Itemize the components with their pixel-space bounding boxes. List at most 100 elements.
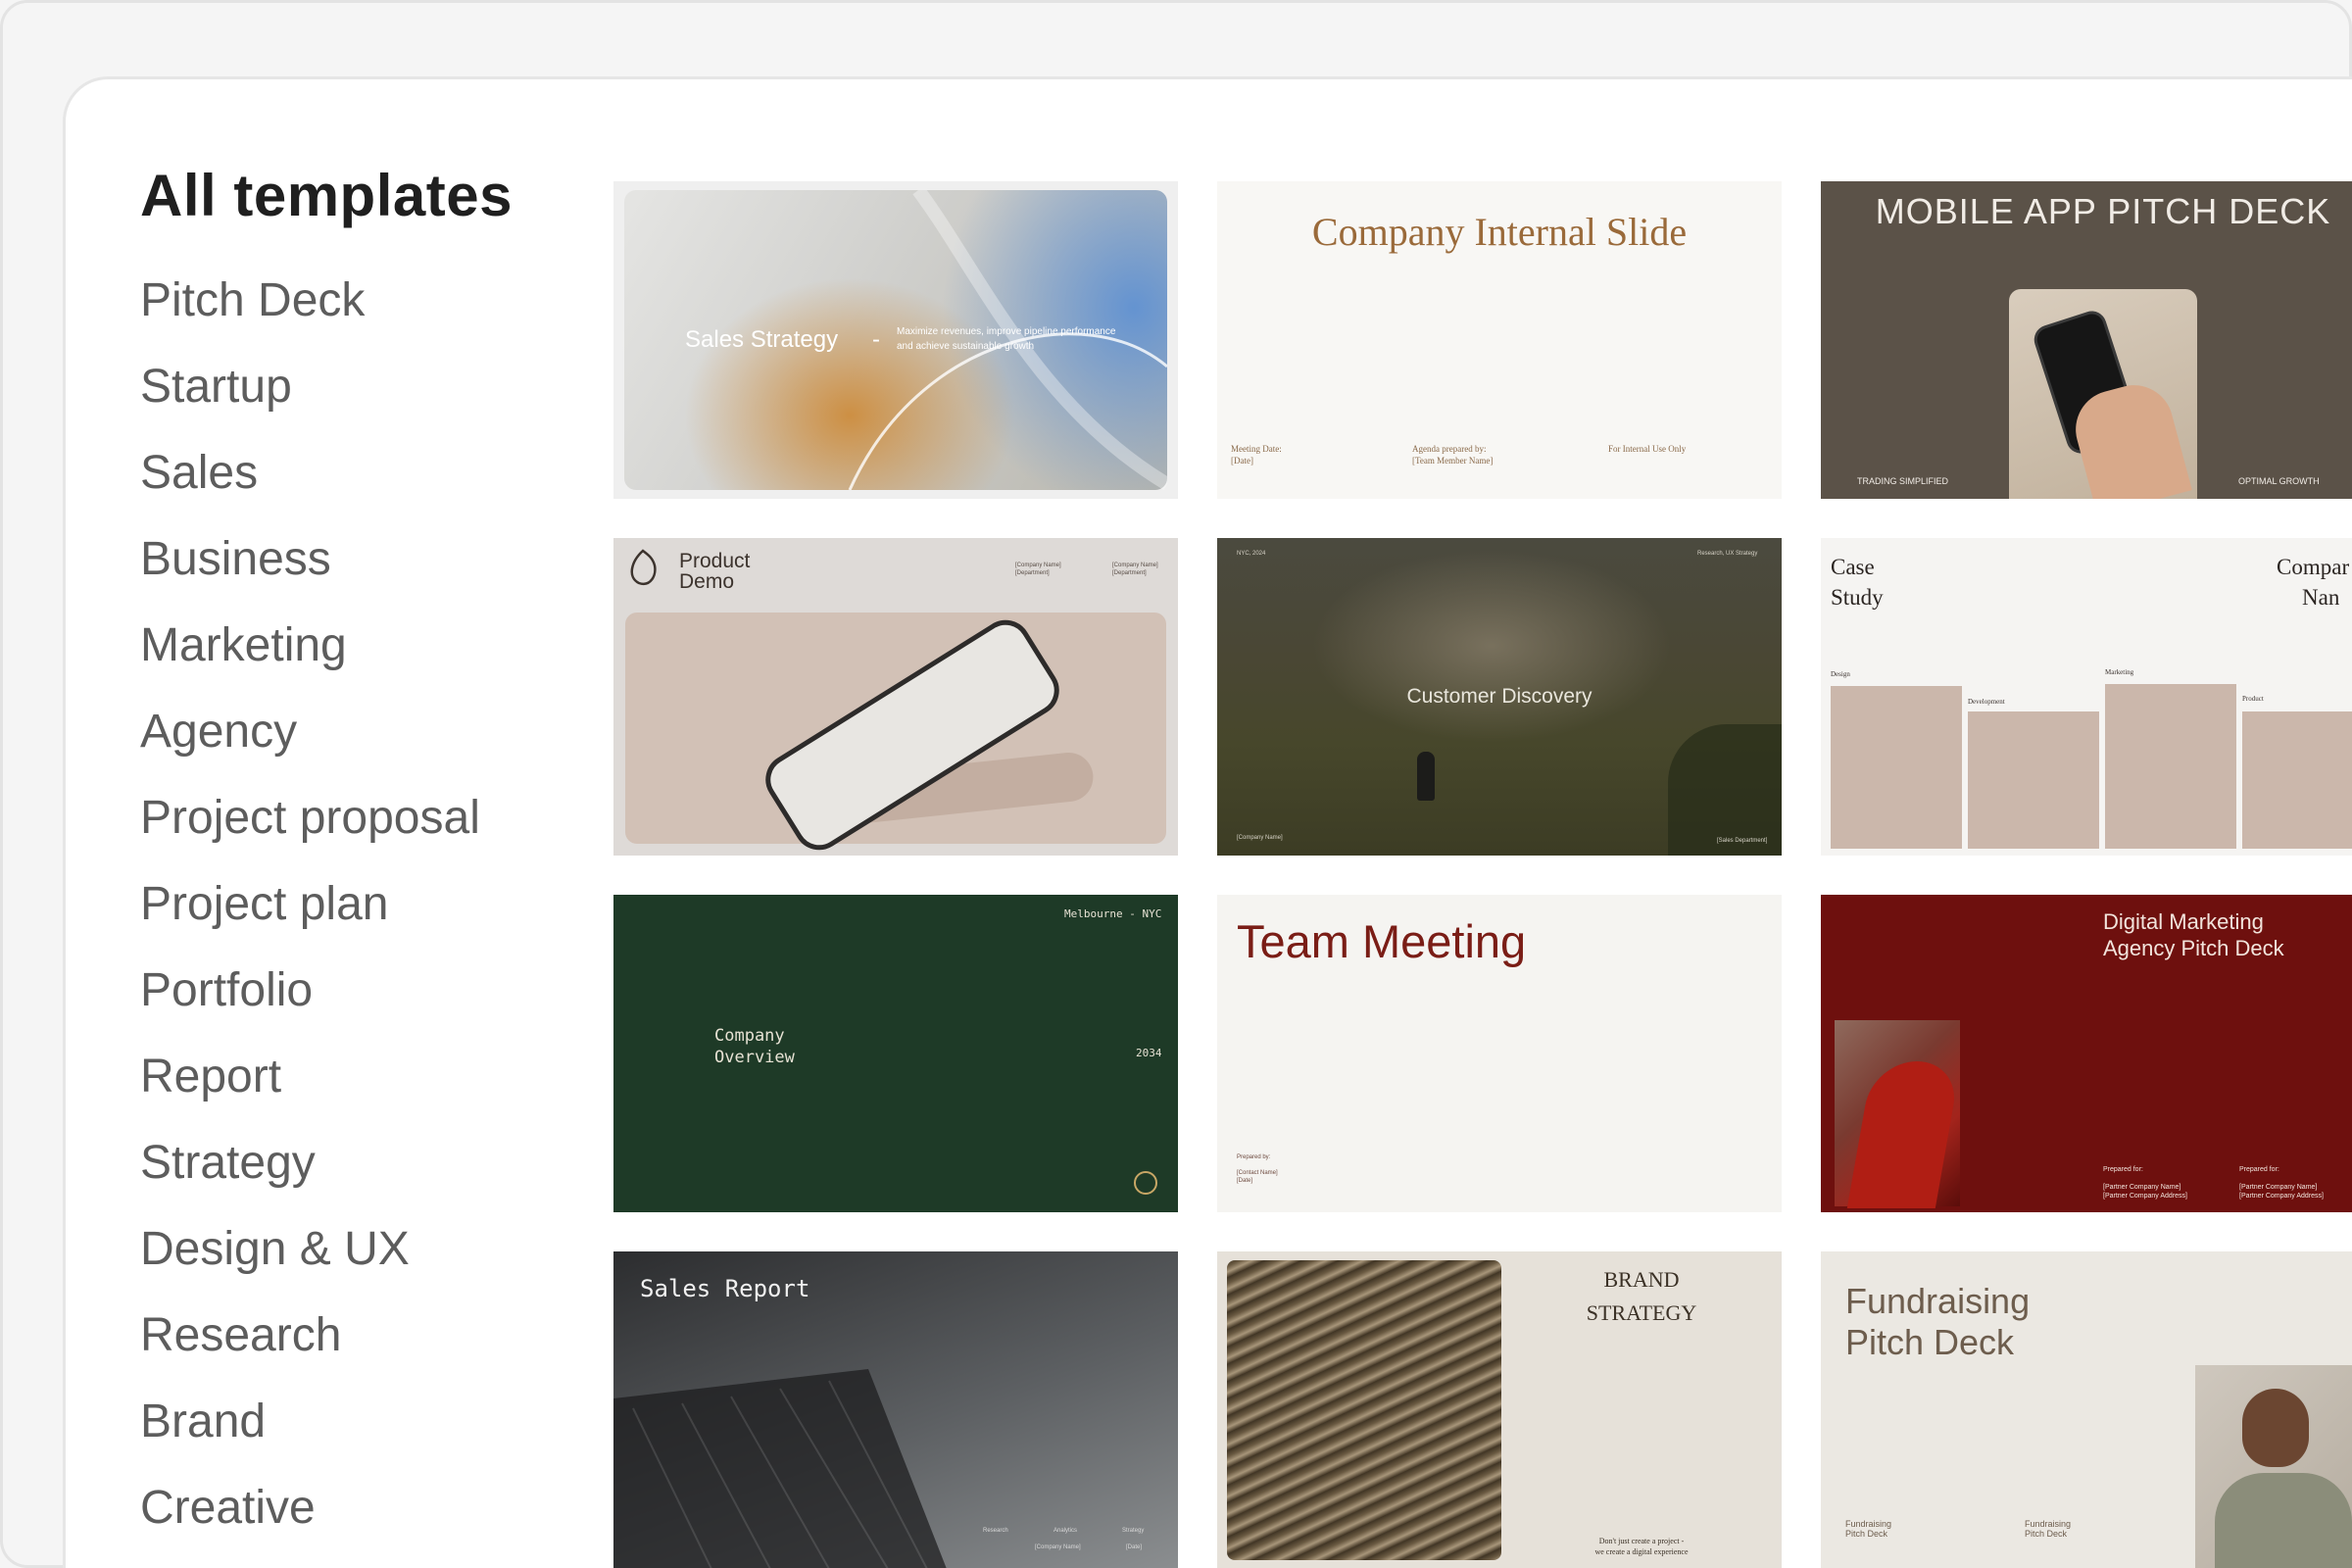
- template-card-brand-strategy[interactable]: BRAND STRATEGY Don't just create a proje…: [1217, 1251, 1782, 1568]
- logo-icon: [630, 549, 657, 586]
- bar-design: [1831, 686, 1962, 849]
- category-brand[interactable]: Brand: [140, 1396, 480, 1483]
- template-card-company-overview[interactable]: Melbourne - NYC Company Overview 2034: [613, 895, 1178, 1212]
- company-name: [Company Name]: [1035, 1544, 1081, 1550]
- title-line2: STRATEGY: [1586, 1300, 1697, 1325]
- footer-1-line2: Pitch Deck: [1845, 1529, 1888, 1539]
- template-card-sales-strategy[interactable]: Sales Strategy - Maximize revenues, impr…: [613, 181, 1178, 499]
- company-line1: Compar: [2277, 555, 2350, 579]
- footer-2-line2: Pitch Deck: [2025, 1529, 2068, 1539]
- prepared-for-label-2: Prepared for:: [2239, 1166, 2279, 1173]
- hiker-figure: [1417, 752, 1435, 801]
- category-project-plan[interactable]: Project plan: [140, 879, 480, 965]
- title-line2: Agency Pitch Deck: [2103, 936, 2284, 960]
- title-line1: Case: [1831, 555, 1875, 579]
- agenda-label: Agenda prepared by:: [1412, 444, 1487, 454]
- location-label: Melbourne - NYC: [1064, 907, 1162, 920]
- title-line2: Pitch Deck: [1845, 1322, 2015, 1362]
- bar-marketing: [2105, 684, 2236, 849]
- prepared-for-label-1: Prepared for:: [2103, 1166, 2143, 1173]
- top-left-label: NYC, 2024: [1237, 551, 1266, 557]
- footer-1-line1: Fundraising: [1845, 1519, 1892, 1529]
- label-strategy: Strategy: [1122, 1528, 1145, 1534]
- shrub-area: [1668, 724, 1782, 856]
- bar-label-development: Development: [1968, 698, 2005, 706]
- date-label: [Date]: [1237, 1178, 1253, 1184]
- template-card-case-study[interactable]: Case Study Compar Nan Design Development…: [1821, 538, 2352, 856]
- category-portfolio[interactable]: Portfolio: [140, 965, 480, 1052]
- prepared-label: Prepared by:: [1237, 1154, 1271, 1160]
- category-agency[interactable]: Agency: [140, 707, 480, 793]
- category-design-ux[interactable]: Design & UX: [140, 1224, 480, 1310]
- tagline-line1: Don't just create a project -: [1598, 1537, 1685, 1545]
- category-marketing[interactable]: Marketing: [140, 620, 480, 707]
- category-list: Pitch Deck Startup Sales Business Market…: [140, 275, 480, 1568]
- card-title: Team Meeting: [1237, 915, 1527, 967]
- meta-department-1: [Department]: [1015, 570, 1050, 576]
- year-label: 2034: [1136, 1047, 1162, 1059]
- category-business[interactable]: Business: [140, 534, 480, 620]
- category-pitch-deck[interactable]: Pitch Deck: [140, 275, 480, 362]
- template-card-team-meeting[interactable]: Team Meeting Prepared by: [Contact Name]…: [1217, 895, 1782, 1212]
- partner-address-1: [Partner Company Address]: [2103, 1193, 2187, 1200]
- category-report[interactable]: Report: [140, 1052, 480, 1138]
- bar-label-product: Product: [2242, 695, 2264, 703]
- bar-development: [1968, 711, 2099, 849]
- tagline-line2: we create a digital experience: [1594, 1547, 1689, 1556]
- category-project-proposal[interactable]: Project proposal: [140, 793, 480, 879]
- template-card-digital-marketing[interactable]: Digital Marketing Agency Pitch Deck Prep…: [1821, 895, 2352, 1212]
- title-line1: Digital Marketing: [2103, 909, 2264, 934]
- title-line1: Product: [679, 550, 751, 572]
- label-analytics: Analytics: [1054, 1528, 1078, 1534]
- top-right-label: Research, UX Strategy: [1697, 551, 1758, 557]
- templates-panel: All templates Pitch Deck Startup Sales B…: [63, 76, 2352, 1568]
- category-strategy[interactable]: Strategy: [140, 1138, 480, 1224]
- company-line2: Nan: [2302, 585, 2340, 610]
- template-card-product-demo[interactable]: Product Demo [Company Name] [Department]…: [613, 538, 1178, 856]
- bottom-right-label: [Sales Department]: [1717, 838, 1768, 844]
- title-line2: Demo: [679, 570, 735, 593]
- title-line2: Overview: [714, 1048, 795, 1067]
- card-title: Sales Report: [640, 1275, 810, 1302]
- texture-photo: [1227, 1260, 1501, 1560]
- bar-label-marketing: Marketing: [2105, 668, 2134, 676]
- left-caption: TRADING SIMPLIFIED: [1857, 476, 1949, 486]
- internal-use-label: For Internal Use Only: [1608, 444, 1687, 454]
- footer-2-line1: Fundraising: [2025, 1519, 2072, 1529]
- title-line2: Study: [1831, 585, 1884, 610]
- template-card-customer-discovery[interactable]: Customer Discovery NYC, 2024 Research, U…: [1217, 538, 1782, 856]
- category-startup[interactable]: Startup: [140, 362, 480, 448]
- template-card-mobile-app[interactable]: MOBILE APP PITCH DECK TRADING SIMPLIFIED…: [1821, 181, 2352, 499]
- title-line1: Company: [714, 1026, 785, 1046]
- card-title: Customer Discovery: [1406, 685, 1592, 708]
- title-dash: -: [872, 326, 880, 353]
- person-body: [2215, 1473, 2352, 1568]
- meta-company-1: [Company Name]: [1015, 563, 1061, 568]
- category-sales[interactable]: Sales: [140, 448, 480, 534]
- label-research: Research: [983, 1528, 1008, 1534]
- ring-icon: [1134, 1171, 1157, 1195]
- person-head: [2242, 1389, 2309, 1467]
- category-creative[interactable]: Creative: [140, 1483, 480, 1568]
- card-title: Company Internal Slide: [1311, 210, 1688, 254]
- meeting-date-value: [Date]: [1231, 456, 1253, 466]
- category-research[interactable]: Research: [140, 1310, 480, 1396]
- partner-address-2: [Partner Company Address]: [2239, 1193, 2324, 1200]
- card-subtitle: Maximize revenues, improve pipeline perf…: [897, 326, 1116, 352]
- contact-name: [Contact Name]: [1237, 1170, 1278, 1176]
- bar-label-design: Design: [1831, 670, 1850, 678]
- page-title: All templates: [140, 163, 513, 228]
- date-label: [Date]: [1126, 1544, 1143, 1550]
- template-card-company-internal[interactable]: Company Internal Slide Meeting Date: [Da…: [1217, 181, 1782, 499]
- bar-product: [2242, 711, 2352, 849]
- template-card-fundraising[interactable]: Fundraising Pitch Deck Fundraising Pitch…: [1821, 1251, 2352, 1568]
- meeting-date-label: Meeting Date:: [1231, 444, 1282, 454]
- title-line1: Fundraising: [1845, 1281, 2031, 1321]
- template-card-sales-report[interactable]: Sales Report Research Analytics Strategy…: [613, 1251, 1178, 1568]
- right-caption: OPTIMAL GROWTH: [2238, 476, 2320, 486]
- card-title: MOBILE APP PITCH DECK: [1875, 191, 2331, 231]
- partner-name-1: [Partner Company Name]: [2103, 1184, 2181, 1191]
- title-line1: BRAND: [1603, 1267, 1680, 1292]
- agenda-value: [Team Member Name]: [1412, 456, 1494, 466]
- bottom-left-label: [Company Name]: [1237, 835, 1283, 841]
